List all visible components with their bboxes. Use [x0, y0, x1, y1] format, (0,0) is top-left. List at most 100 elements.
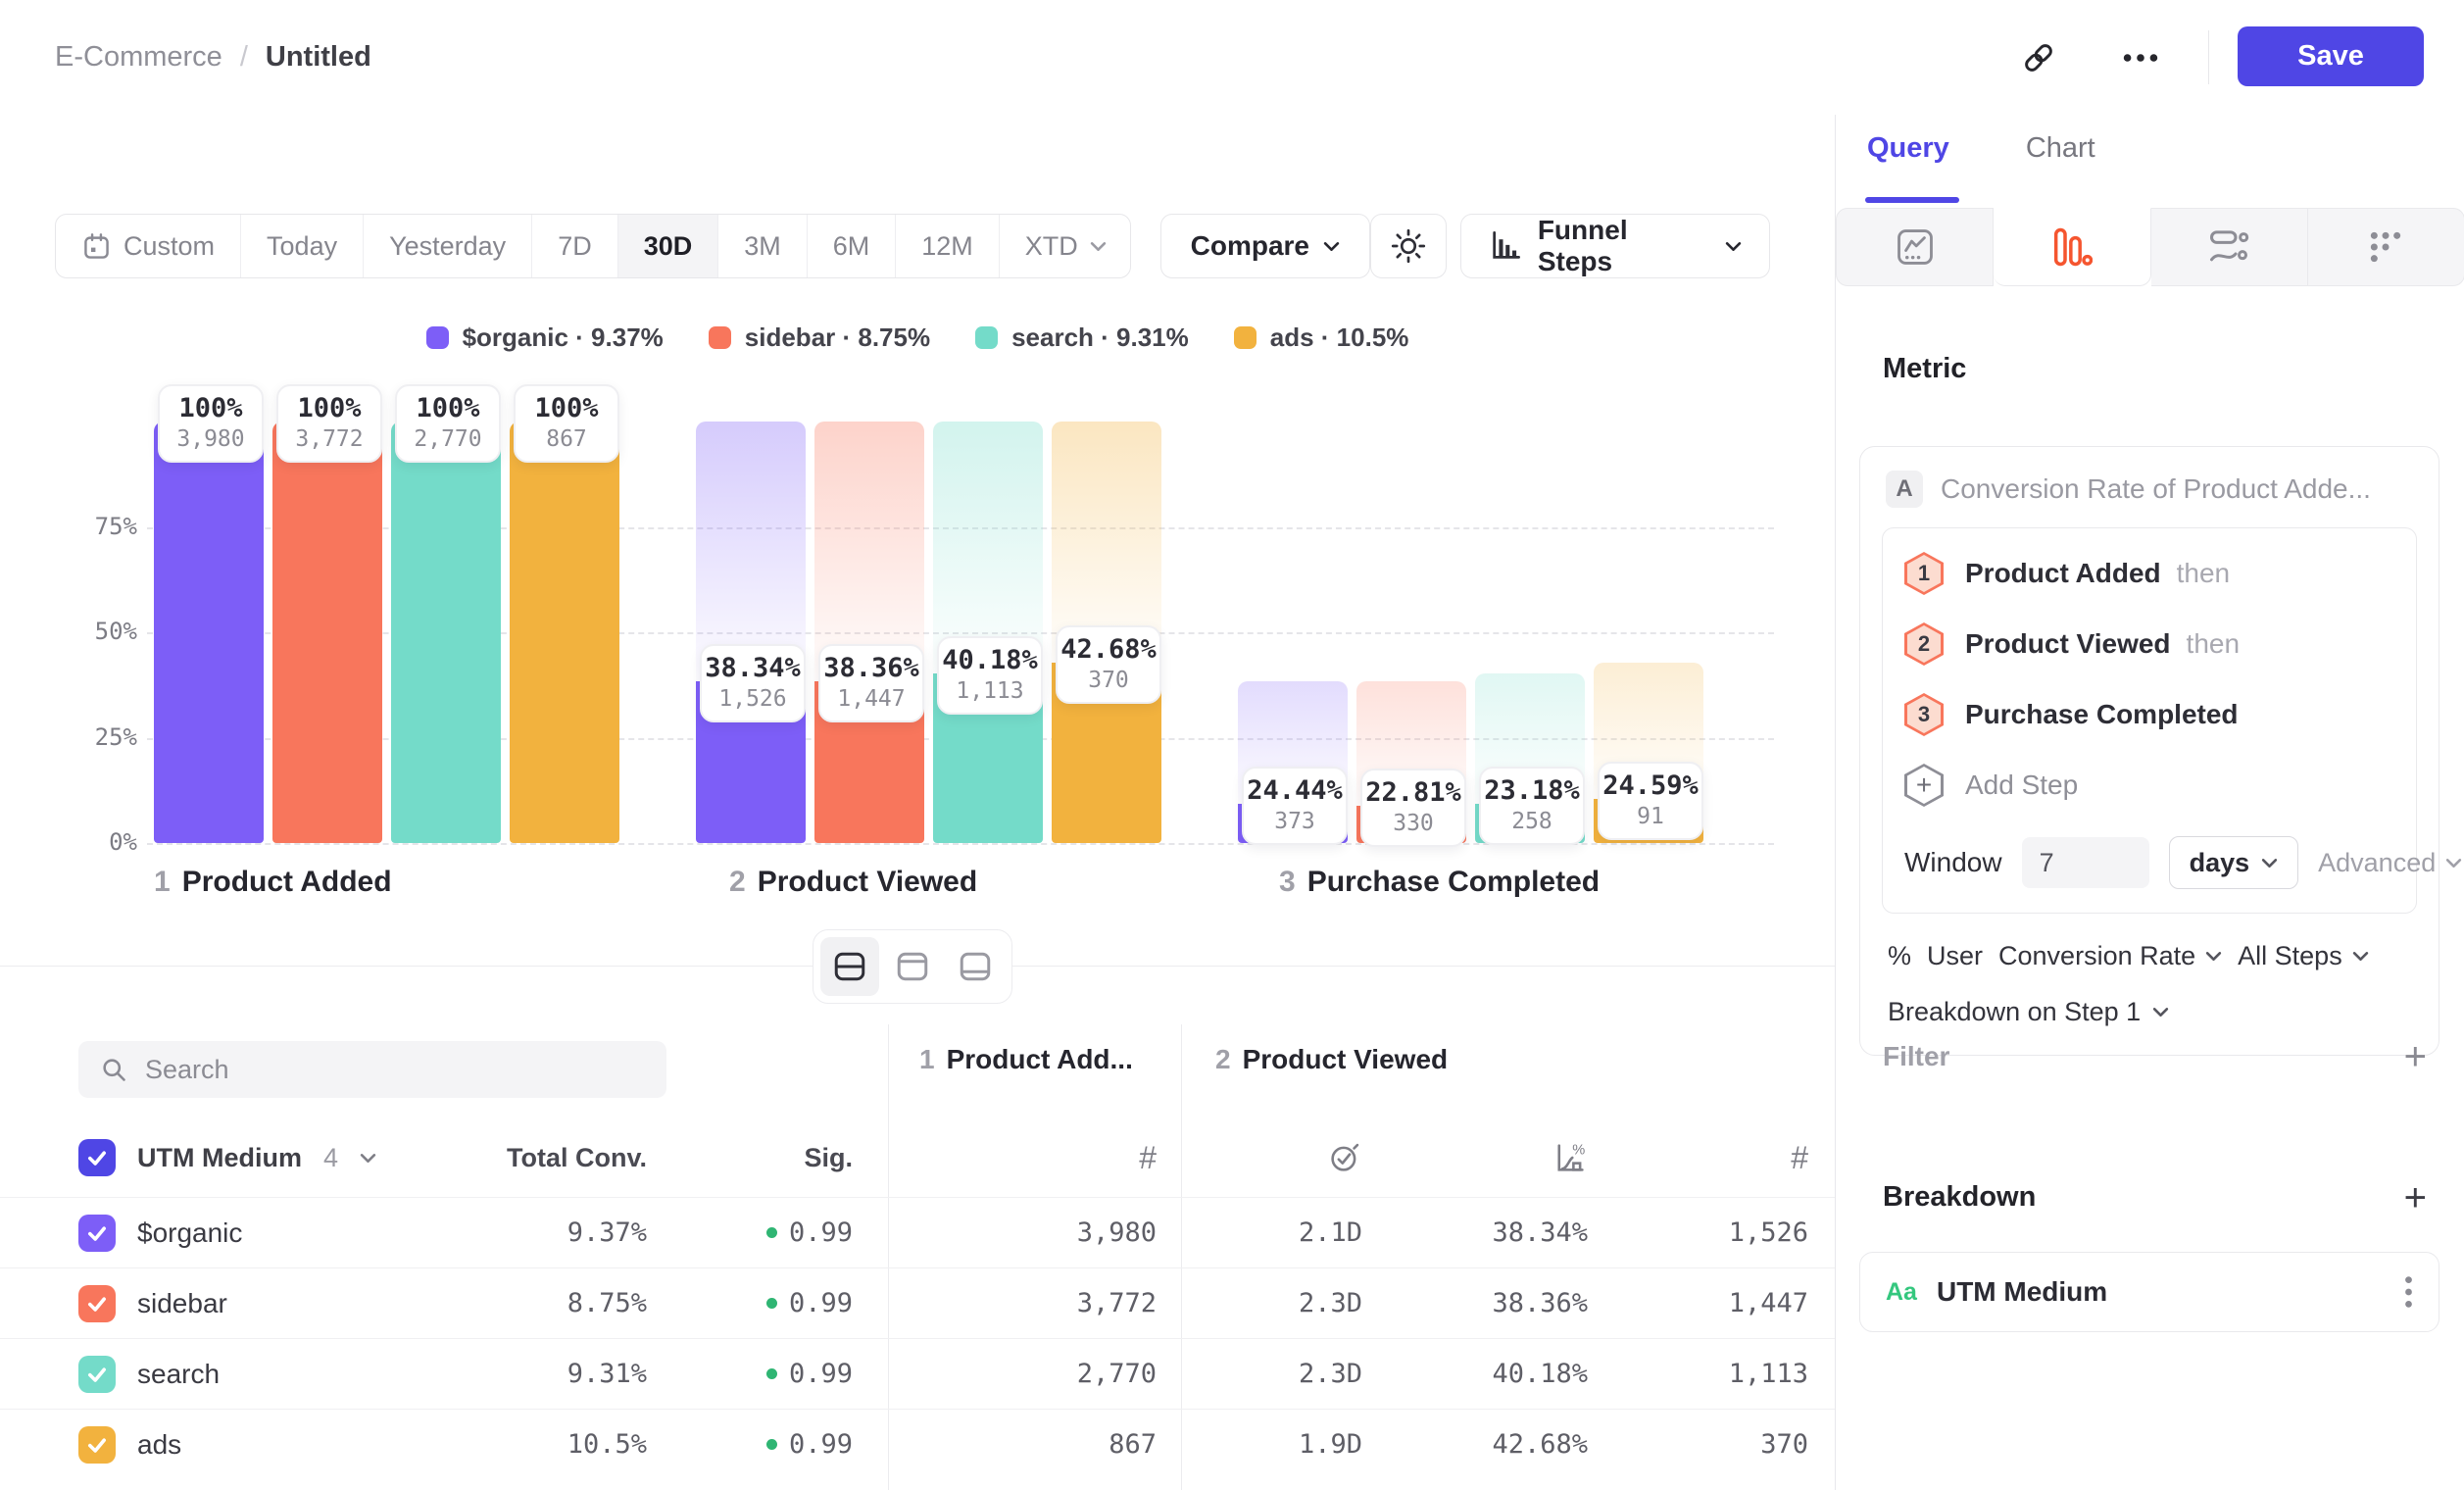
metric-section-heading: Metric	[1883, 353, 1966, 385]
entity-label[interactable]: User	[1927, 941, 1983, 971]
breakdown-section-row: Breakdown +	[1883, 1181, 2427, 1214]
step-event-name: Product Viewed	[1965, 628, 2171, 660]
report-type-insights[interactable]	[1836, 208, 1994, 286]
tab-query[interactable]: Query	[1867, 132, 1949, 165]
metric-series-row[interactable]: A Conversion Rate of Product Adde...	[1886, 471, 2413, 508]
chevron-down-icon	[2205, 951, 2222, 962]
table-top-view-toggle[interactable]	[883, 937, 942, 996]
kebab-menu-icon[interactable]	[2404, 1274, 2413, 1310]
bar-count: 370	[1058, 667, 1159, 694]
bar-count: 3,980	[160, 425, 262, 453]
column-header-step1-count[interactable]: #	[941, 1127, 1157, 1188]
cell-conversion: 38.36%	[1392, 1268, 1588, 1338]
funnel-ghost-bar	[696, 422, 806, 681]
row-checkbox[interactable]	[78, 1215, 116, 1252]
link-icon	[2021, 40, 2056, 75]
column-header-conversion[interactable]: %	[1392, 1127, 1588, 1188]
cell-step1-count: 867	[941, 1410, 1157, 1479]
column-header-time-to-convert[interactable]	[1166, 1127, 1362, 1188]
bar-count: 1,113	[939, 677, 1041, 705]
bar-conversion-pct: 40.18%	[939, 644, 1041, 677]
split-view-toggle[interactable]	[820, 937, 879, 996]
add-step-label: Add Step	[1965, 770, 2078, 801]
more-options-button[interactable]	[2122, 0, 2159, 115]
bar-value-label: 23.18%258	[1479, 767, 1585, 845]
chevron-down-icon[interactable]	[360, 1153, 376, 1164]
chevron-down-icon	[2152, 1007, 2169, 1018]
row-checkbox[interactable]	[78, 1356, 116, 1393]
percent-symbol: %	[1888, 941, 1911, 971]
cell-time-to-convert: 2.3D	[1166, 1339, 1362, 1409]
table-row-sidebar[interactable]: sidebar8.75%0.993,7722.3D38.36%1,447	[0, 1267, 1835, 1338]
breadcrumb-page-title[interactable]: Untitled	[266, 41, 371, 74]
step-suffix: then	[2187, 628, 2241, 660]
bar-conversion-pct: 24.59%	[1600, 770, 1701, 803]
search-input[interactable]	[143, 1054, 645, 1086]
window-unit-dropdown[interactable]: days	[2169, 836, 2299, 889]
bar-value-label: 22.81%330	[1360, 769, 1466, 847]
svg-text:%: %	[1572, 1143, 1585, 1159]
funnel-steps-card: 1Product Addedthen2Product Viewedthen3Pu…	[1882, 527, 2417, 914]
row-name: search	[137, 1359, 220, 1390]
query-step-3[interactable]: 3Purchase Completed	[1883, 679, 2416, 750]
row-checkbox[interactable]	[78, 1285, 116, 1322]
bar-value-label: 38.36%1,447	[818, 644, 924, 722]
cell-step2-count: 1,113	[1612, 1339, 1808, 1409]
retention-dots-icon	[2365, 226, 2406, 268]
measure-scope-dropdown[interactable]: All Steps	[2238, 941, 2369, 971]
active-tab-underline	[1865, 197, 1959, 203]
share-link-button[interactable]	[2021, 0, 2056, 115]
bar-conversion-pct: 24.44%	[1244, 774, 1346, 808]
tab-chart[interactable]: Chart	[2026, 132, 2095, 165]
breakdown-label: Breakdown	[1883, 1181, 2036, 1214]
step-hexagon-badge: 3	[1904, 693, 1944, 736]
table-row-ads[interactable]: ads10.5%0.998671.9D42.68%370	[0, 1409, 1835, 1479]
add-breakdown-button[interactable]: +	[2404, 1183, 2427, 1213]
conversion-percent-icon: %	[1552, 1140, 1588, 1175]
column-header-step2-count[interactable]: #	[1612, 1127, 1808, 1188]
window-value-input[interactable]	[2022, 837, 2149, 888]
bar-conversion-pct: 22.81%	[1362, 776, 1464, 810]
report-type-funnel[interactable]	[1994, 208, 2150, 286]
breakdown-property-label[interactable]: UTM Medium	[137, 1143, 302, 1173]
funnel-bar-organic-step1[interactable]	[154, 422, 264, 843]
row-checkbox[interactable]	[78, 1426, 116, 1464]
header-divider	[2208, 30, 2209, 84]
table-row-organic[interactable]: $organic9.37%0.993,9802.1D38.34%1,526	[0, 1197, 1835, 1267]
report-type-retention[interactable]	[2308, 208, 2464, 286]
breadcrumb-section[interactable]: E-Commerce	[55, 41, 222, 74]
query-step-2[interactable]: 2Product Viewedthen	[1883, 609, 2416, 679]
query-step-1[interactable]: 1Product Addedthen	[1883, 538, 2416, 609]
add-step-hexagon-icon: +	[1904, 764, 1944, 807]
funnel-bar-sidebar-step1[interactable]	[272, 422, 382, 843]
bar-value-label: 42.68%370	[1056, 625, 1161, 704]
bar-count: 3,772	[278, 425, 380, 453]
insights-chart-icon	[1896, 227, 1935, 267]
window-label: Window	[1904, 847, 2002, 878]
metric-card: A Conversion Rate of Product Adde... 1Pr…	[1859, 446, 2439, 1056]
add-filter-button[interactable]: +	[2404, 1042, 2427, 1071]
funnel-ghost-bar	[814, 422, 924, 681]
table-row-search[interactable]: search9.31%0.992,7702.3D40.18%1,113	[0, 1338, 1835, 1409]
measure-metric-dropdown[interactable]: Conversion Rate	[1998, 941, 2222, 971]
column-header-sig[interactable]: Sig.	[657, 1127, 853, 1188]
funnel-bar-search-step1[interactable]	[391, 422, 501, 843]
table-header-row: UTM Medium 4 Total Conv. Sig. # %	[0, 1127, 1835, 1188]
select-all-checkbox[interactable]	[78, 1139, 116, 1176]
sig-dot	[766, 1227, 777, 1238]
bar-conversion-pct: 42.68%	[1058, 633, 1159, 667]
breakdown-item[interactable]: Aa UTM Medium	[1859, 1252, 2439, 1332]
breakdown-on-step-dropdown[interactable]: Breakdown on Step 1	[1888, 997, 2411, 1027]
string-type-icon: Aa	[1886, 1278, 1917, 1307]
save-button[interactable]: Save	[2238, 26, 2424, 86]
bar-count: 330	[1362, 810, 1464, 837]
conversion-window-row: Window days Advanced	[1883, 820, 2416, 893]
column-header-total-conv[interactable]: Total Conv.	[451, 1127, 647, 1188]
add-step-button[interactable]: + Add Step	[1883, 750, 2416, 820]
report-type-flows[interactable]	[2151, 208, 2308, 286]
table-bottom-view-toggle[interactable]	[946, 937, 1005, 996]
advanced-dropdown[interactable]: Advanced	[2318, 848, 2462, 878]
funnel-bar-ads-step1[interactable]	[510, 422, 619, 843]
row-name: ads	[137, 1429, 181, 1461]
sig-dot	[766, 1368, 777, 1379]
